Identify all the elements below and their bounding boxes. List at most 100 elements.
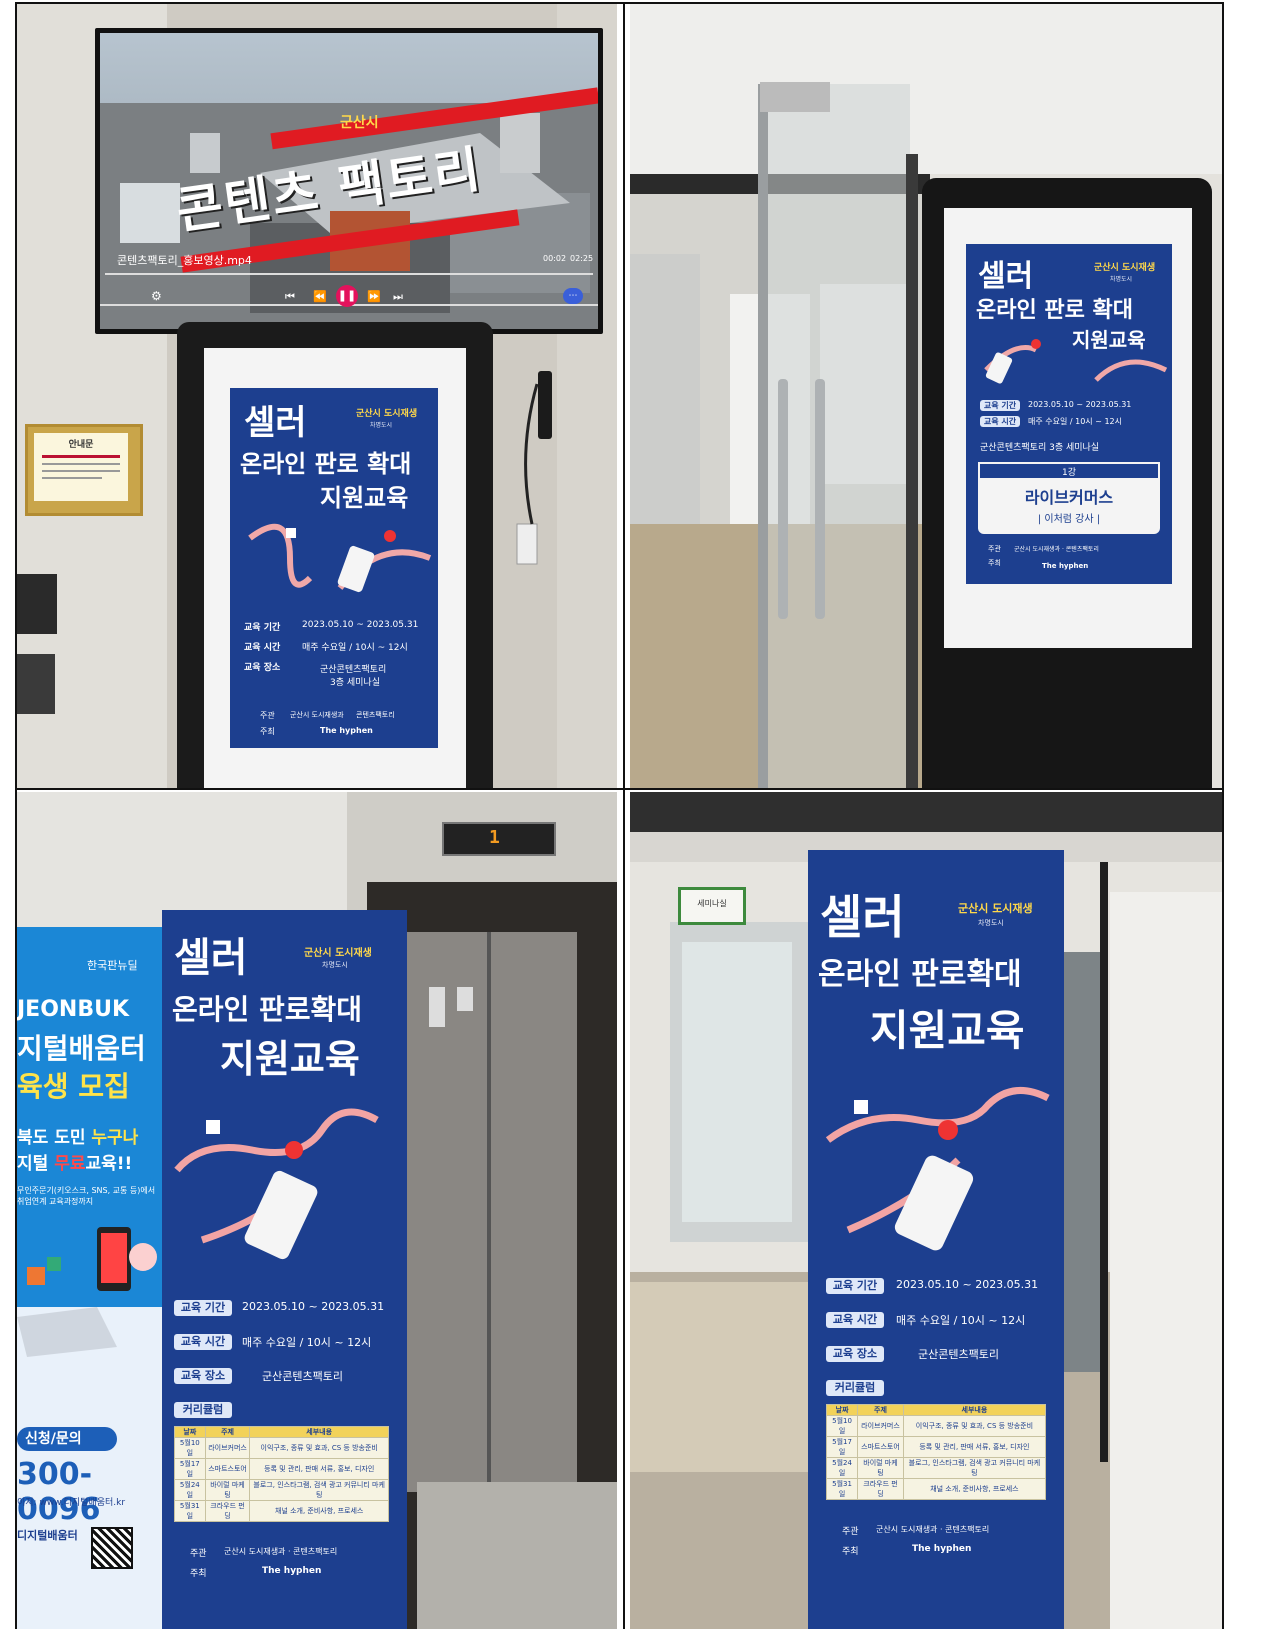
curriculum-header: 주제 [857, 1404, 904, 1416]
banner2-line1: 셀러 [820, 890, 905, 944]
poster2-org-sub: 차명도시 [1110, 276, 1133, 283]
value-time: 매주 수요일 / 10시 ~ 12시 [302, 643, 408, 653]
table-row: 5월17일 스마트스토어 등록 및 관리, 판매 서류, 홍보, 디자인 [825, 1436, 1047, 1458]
poster-org-sub: 차명도시 [370, 422, 393, 429]
video-title-small: 군산시 [340, 115, 379, 131]
host-label: 주관 [260, 711, 275, 720]
apply-phone: 300-0096 [17, 1457, 101, 1527]
video-time-total: 02:25 [570, 254, 594, 263]
table-row: 5월10일 라이브커머스 이익구조, 종류 및 효과, CS 등 방송준비 [825, 1415, 1047, 1437]
value2-place: 군산콘텐츠팩토리 3층 세미나실 [980, 443, 1100, 453]
table-row: 5월24일 바이럴 마케팅 블로그, 인스타그램, 검색 광고 커뮤니티 마케팅 [174, 1479, 389, 1501]
banner1-line2: 온라인 판로확대 [172, 993, 363, 1026]
pause-icon[interactable]: ❚❚ [336, 285, 358, 307]
banner2-value-place: 군산콘텐츠팩토리 [918, 1348, 999, 1361]
video-progress-bar[interactable] [105, 273, 593, 275]
frame-top [15, 2, 1224, 4]
digital-illustration [17, 1227, 157, 1357]
photo-collage: 군산시 콘텐츠 팩토리 콘텐츠팩토리_홍보영상.mp4 00:02 02:25 … [0, 0, 1271, 1629]
notice-board: 안내문 [25, 424, 143, 516]
signage-kiosk: 셀러 군산시 도시재생 차명도시 온라인 판로 확대 지원교육 교육 기간 20… [177, 322, 493, 788]
digital-line5: 지털 무료교육!! [17, 1154, 133, 1174]
room-sign-label: 세미나실 [697, 899, 727, 908]
curriculum-header: 주제 [204, 1426, 251, 1438]
curriculum-header: 날짜 [825, 1404, 859, 1416]
table-row: 5월31일 크라우드 펀딩 채널 소개, 준비사항, 프로세스 [174, 1500, 389, 1522]
digital-poster: 한국판뉴딜 JEONBUK 지털배움터 육생 모집 북도 도민 누구나 지털 무… [17, 927, 167, 1629]
host2-label: 주관 [988, 545, 1001, 553]
digital-brand: 한국판뉴딜 [87, 959, 138, 972]
curriculum-header: 세부내용 [249, 1426, 389, 1438]
banner2-illustration [825, 1086, 1050, 1251]
banner2-line2: 온라인 판로확대 [818, 957, 1022, 992]
banner2-org-sub: 차명도시 [978, 919, 1004, 927]
banner-poster-1: 셀러 군산시 도시재생 차명도시 온라인 판로확대 지원교육 교육 기간 202… [162, 910, 407, 1629]
tag-place: 교육 장소 [244, 663, 281, 673]
skip-icon[interactable]: ⏭ [393, 290, 403, 304]
banner1-tag-period: 교육 기간 [174, 1300, 232, 1316]
poster2-line2: 온라인 판로 확대 [976, 298, 1133, 323]
forward-icon[interactable]: ⏩ [367, 290, 381, 303]
table-row: 5월10일 라이브커머스 이익구조, 종류 및 효과, CS 등 방송준비 [174, 1437, 389, 1459]
banner1-tag-time: 교육 시간 [174, 1334, 232, 1350]
floor-indicator: 1 [442, 822, 556, 856]
tag2-period: 교육 기간 [980, 400, 1020, 411]
banner1-value-place: 군산콘텐츠팩토리 [262, 1370, 343, 1383]
poster2-line1: 셀러 [978, 259, 1034, 294]
poster2-org: 군산시 도시재생 [1094, 263, 1156, 273]
banner2-value-time: 매주 수요일 / 10시 ~ 12시 [896, 1314, 1026, 1327]
host2-value: 군산시 도시재생과 · 콘텐츠팩토리 [1014, 546, 1099, 553]
frame-left [15, 2, 17, 1629]
organizer2-value: The hyphen [1042, 562, 1089, 570]
photo-top-right: 셀러 군산시 도시재생 차명도시 온라인 판로 확대 지원교육 교육 기간 20… [630, 4, 1222, 788]
value-place-line2: 3층 세미나실 [330, 678, 380, 688]
qr-code [91, 1527, 133, 1569]
value2-period: 2023.05.10 ~ 2023.05.31 [1028, 400, 1132, 409]
organizer-label: 주최 [260, 727, 275, 736]
video-filename: 콘텐츠팩토리_홍보영상.mp4 [117, 254, 252, 267]
notice-title: 안내문 [68, 440, 94, 450]
curriculum-header: 날짜 [174, 1426, 206, 1438]
tag2-time: 교육 시간 [980, 416, 1020, 427]
menu-icon[interactable]: ⋯ [563, 288, 583, 304]
banner1-value-time: 매주 수요일 / 10시 ~ 12시 [242, 1336, 372, 1349]
value-place: 군산콘텐츠팩토리 [320, 665, 387, 675]
settings-icon[interactable]: ⚙ [151, 289, 162, 303]
signage-kiosk-2: 셀러 군산시 도시재생 차명도시 온라인 판로 확대 지원교육 교육 기간 20… [922, 178, 1212, 788]
banner2-host-label: 주관 [842, 1527, 859, 1537]
value2-time: 매주 수요일 / 10시 ~ 12시 [1028, 417, 1122, 426]
photo-bottom-right: 세미나실 셀러 군산시 도시재생 차명도시 온라인 판로확대 지원교육 교육 기… [630, 792, 1222, 1629]
frame-center [623, 2, 625, 1629]
poster2-illustration [984, 339, 1168, 384]
organizer2-label: 주최 [988, 559, 1001, 567]
banner2-org: 군산시 도시재생 [958, 902, 1033, 915]
video-controls: ⏮ ⏪ ❚❚ ⏩ ⏭ ⚙ ⋯ [95, 284, 603, 316]
digital-desc: 무인주문기(키오스크, SNS, 교통 등)에서 취업연계 교육과정까지 [17, 1186, 156, 1206]
video-time-current: 00:02 [543, 254, 567, 263]
lecture-title: 라이브커머스 [1024, 488, 1114, 507]
digital-line1: JEONBUK [17, 997, 130, 1022]
banner2-value-period: 2023.05.10 ~ 2023.05.31 [896, 1278, 1039, 1291]
value-period: 2023.05.10 ~ 2023.05.31 [302, 620, 419, 630]
room-sign: 세미나실 [678, 887, 746, 925]
banner2-organizer-label: 주최 [842, 1547, 859, 1557]
lecture-number: 1강 [978, 462, 1160, 480]
banner2-curriculum-table: 날짜 주제 세부내용 5월10일 라이브커머스 이익구조, 종류 및 효과, CS … [825, 1404, 1047, 1500]
digital-line3: 육생 모집 [17, 1070, 130, 1103]
back-icon[interactable]: ⏪ [313, 290, 327, 303]
photo-top-left: 군산시 콘텐츠 팩토리 콘텐츠팩토리_홍보영상.mp4 00:02 02:25 … [17, 4, 617, 788]
poster-line2: 온라인 판로 확대 [240, 450, 412, 478]
tag-time: 교육 시간 [244, 643, 281, 653]
digital-line2: 지털배움터 [17, 1032, 146, 1065]
rewind-icon[interactable]: ⏮ [285, 290, 295, 304]
digital-line4: 북도 도민 누구나 [17, 1128, 139, 1148]
tag-period: 교육 기간 [244, 623, 281, 633]
banner1-host-value: 군산시 도시재생과 · 콘텐츠팩토리 [224, 1547, 338, 1556]
banner1-organizer-label: 주최 [190, 1569, 207, 1579]
banner2-host-value: 군산시 도시재생과 · 콘텐츠팩토리 [876, 1525, 990, 1534]
banner1-line1: 셀러 [174, 935, 248, 981]
photo-bottom-left: 1 한국판뉴딜 JEONBUK 지털배움터 육생 모집 북도 도민 누구나 지털… [17, 792, 617, 1629]
banner1-host-label: 주관 [190, 1549, 207, 1559]
floor-number: 1 [489, 827, 500, 848]
banner1-curriculum-table: 날짜 주제 세부내용 5월10일 라이브커머스 이익구조, 종류 및 효과, CS … [174, 1426, 389, 1522]
